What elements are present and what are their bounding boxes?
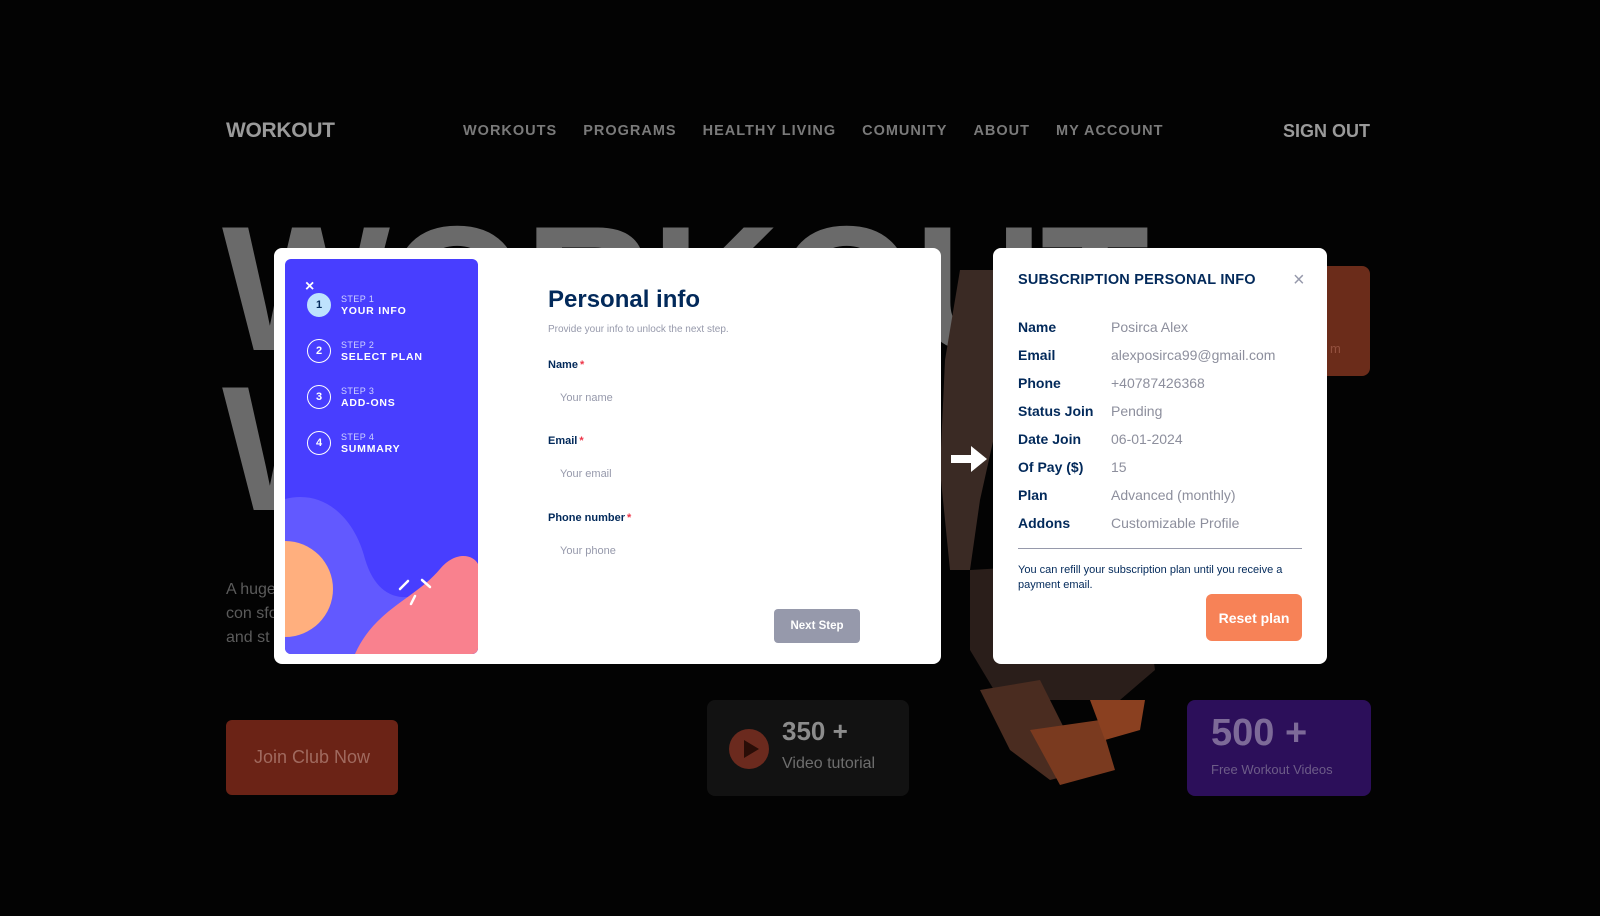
info-row-phone: Phone +40787426368 bbox=[1018, 375, 1205, 391]
email-label: Email * bbox=[548, 435, 584, 447]
info-value: Advanced (monthly) bbox=[1111, 487, 1236, 503]
personal-info-modal: × 1 STEP 1 YOUR INFO 2 STEP 2 SELECT PLA… bbox=[274, 248, 941, 664]
step-item-summary[interactable]: 4 STEP 4 SUMMARY bbox=[307, 431, 400, 455]
email-input[interactable] bbox=[548, 457, 891, 491]
info-key: Status Join bbox=[1018, 403, 1094, 419]
info-key: Of Pay ($) bbox=[1018, 459, 1084, 475]
next-step-button[interactable]: Next Step bbox=[774, 609, 860, 643]
info-key: Date Join bbox=[1018, 431, 1082, 447]
info-row-status-join: Status Join Pending bbox=[1018, 403, 1162, 419]
step-number: 1 bbox=[307, 293, 331, 317]
step-label: STEP 4 bbox=[341, 431, 375, 442]
info-row-addons: Addons Customizable Profile bbox=[1018, 515, 1239, 531]
phone-label: Phone number * bbox=[548, 512, 631, 524]
phone-label-text: Phone number bbox=[548, 512, 626, 524]
info-value: 15 bbox=[1111, 459, 1127, 475]
step-label: STEP 1 bbox=[341, 293, 375, 304]
form-subtitle: Provide your info to unlock the next ste… bbox=[548, 324, 729, 335]
nav-item-my-account: MY ACCOUNT bbox=[1056, 123, 1164, 139]
step-label: STEP 3 bbox=[341, 385, 375, 396]
info-value: Pending bbox=[1111, 403, 1163, 419]
site-logo: WORKOUT bbox=[226, 119, 335, 142]
info-row-date-join: Date Join 06-01-2024 bbox=[1018, 431, 1183, 447]
step-title: SUMMARY bbox=[341, 442, 401, 455]
promo-card-text: m bbox=[1330, 341, 1341, 356]
step-label: STEP 2 bbox=[341, 339, 375, 350]
step-item-add-ons[interactable]: 3 STEP 3 ADD-ONS bbox=[307, 385, 396, 409]
name-label: Name * bbox=[548, 359, 584, 371]
email-label-text: Email bbox=[548, 435, 578, 447]
step-title: SELECT PLAN bbox=[341, 350, 423, 363]
steps-sidebar: × 1 STEP 1 YOUR INFO 2 STEP 2 SELECT PLA… bbox=[285, 259, 478, 654]
video-count: 350 + bbox=[782, 716, 848, 746]
video-label: Video tutorial bbox=[782, 755, 876, 772]
step-title: YOUR INFO bbox=[341, 304, 407, 317]
name-label-text: Name bbox=[548, 359, 578, 371]
video-tutorial-card: 350 + Video tutorial bbox=[707, 700, 909, 796]
subscription-info-modal: SUBSCRIPTION PERSONAL INFO × Name Posirc… bbox=[993, 248, 1327, 664]
divider bbox=[1018, 548, 1302, 549]
step-item-your-info[interactable]: 1 STEP 1 YOUR INFO bbox=[307, 293, 407, 317]
info-value: Customizable Profile bbox=[1111, 515, 1240, 531]
info-row-plan: Plan Advanced (monthly) bbox=[1018, 487, 1236, 503]
required-mark: * bbox=[579, 359, 585, 371]
sidebar-decoration bbox=[285, 497, 478, 654]
promo-card: m bbox=[1320, 266, 1370, 376]
join-club-button: Join Club Now bbox=[226, 720, 398, 795]
free-videos-card: 500 + Free Workout Videos bbox=[1187, 700, 1371, 796]
info-row-name: Name Posirca Alex bbox=[1018, 319, 1188, 335]
info-row-email: Email alexposirca99@gmail.com bbox=[1018, 347, 1275, 363]
name-input[interactable] bbox=[548, 381, 891, 415]
free-videos-label: Free Workout Videos bbox=[1211, 762, 1333, 777]
info-key: Addons bbox=[1018, 515, 1071, 531]
info-key: Plan bbox=[1018, 487, 1048, 503]
info-key: Email bbox=[1018, 347, 1056, 363]
nav-item-programs: PROGRAMS bbox=[583, 123, 677, 139]
info-value: alexposirca99@gmail.com bbox=[1111, 347, 1276, 363]
required-mark: * bbox=[579, 435, 584, 447]
nav-item-workouts: WORKOUTS bbox=[463, 123, 558, 139]
info-value: 06-01-2024 bbox=[1111, 431, 1183, 447]
form-title: Personal info bbox=[548, 286, 701, 313]
main-nav: WORKOUTS PROGRAMS HEALTHY LIVING COMUNIT… bbox=[463, 123, 1163, 139]
play-icon bbox=[729, 729, 769, 769]
step-number: 3 bbox=[307, 385, 331, 409]
refill-note: You can refill your subscription plan un… bbox=[1018, 564, 1283, 591]
nav-item-healthy-living: HEALTHY LIVING bbox=[702, 123, 837, 139]
step-item-select-plan[interactable]: 2 STEP 2 SELECT PLAN bbox=[307, 339, 423, 363]
arrow-right-icon bbox=[951, 446, 987, 472]
free-videos-count: 500 + bbox=[1211, 712, 1308, 754]
reset-plan-button[interactable]: Reset plan bbox=[1206, 594, 1302, 641]
nav-item-community: COMUNITY bbox=[862, 123, 948, 139]
required-mark: * bbox=[627, 512, 632, 524]
info-key: Phone bbox=[1018, 375, 1061, 391]
nav-item-about: ABOUT bbox=[973, 123, 1030, 139]
step-number: 4 bbox=[307, 431, 331, 455]
info-row-pay: Of Pay ($) 15 bbox=[1018, 459, 1127, 475]
step-title: ADD-ONS bbox=[341, 396, 396, 409]
close-icon[interactable]: × bbox=[1293, 270, 1305, 290]
sign-out-link: SIGN OUT bbox=[1283, 121, 1371, 141]
phone-input[interactable] bbox=[548, 534, 891, 568]
info-value: Posirca Alex bbox=[1111, 319, 1189, 335]
subscription-title: SUBSCRIPTION PERSONAL INFO bbox=[1018, 272, 1256, 288]
info-value: +40787426368 bbox=[1111, 375, 1205, 391]
info-key: Name bbox=[1018, 319, 1057, 335]
step-number: 2 bbox=[307, 339, 331, 363]
